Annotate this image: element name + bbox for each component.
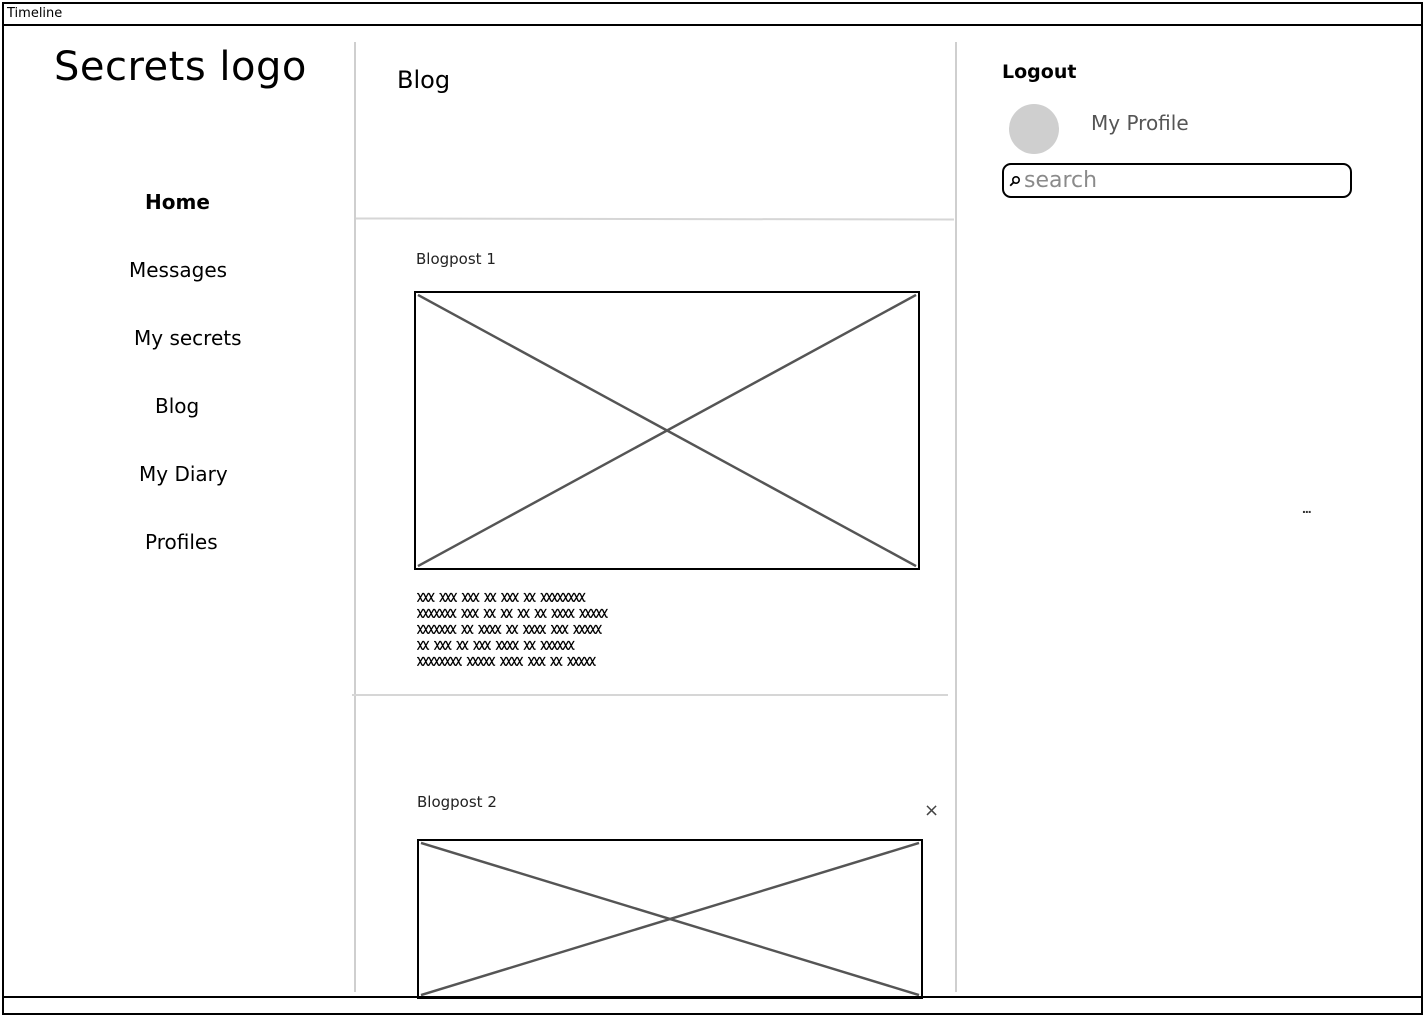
logout-link[interactable]: Logout: [1002, 61, 1076, 83]
post-title: Blogpost 2: [417, 793, 497, 811]
my-profile-link[interactable]: My Profile: [1091, 111, 1189, 135]
app-logo: Secrets logo: [54, 44, 307, 90]
more-options-icon[interactable]: ...: [1302, 500, 1312, 516]
image-placeholder-icon: [414, 291, 920, 570]
header-divider: [355, 217, 955, 221]
page-title: Blog: [397, 66, 451, 94]
bottom-bar: [4, 996, 1421, 998]
close-icon[interactable]: ×: [924, 800, 939, 821]
sidebar-item-my-secrets[interactable]: My secrets: [134, 326, 242, 350]
post-text-line: ꭓꭓꭓꭓꭓꭓꭓ ꭓꭓ ꭓꭓꭓꭓ ꭓꭓ ꭓꭓꭓꭓ ꭓꭓꭓ ꭓꭓꭓꭓꭓ: [417, 621, 601, 634]
post-text-line: ꭓꭓ ꭓꭓꭓ ꭓꭓ ꭓꭓꭓ ꭓꭓꭓꭓ ꭓꭓ ꭓꭓꭓꭓꭓꭓ: [417, 637, 574, 650]
post-divider: [352, 694, 948, 696]
post-text-line: ꭓꭓꭓꭓꭓꭓꭓꭓ ꭓꭓꭓꭓꭓ ꭓꭓꭓꭓ ꭓꭓꭓ ꭓꭓ ꭓꭓꭓꭓꭓ: [417, 653, 595, 666]
image-placeholder-icon: [417, 839, 923, 999]
post-text-line: ꭓꭓꭓ ꭓꭓꭓ ꭓꭓꭓ ꭓꭓ ꭓꭓꭓ ꭓꭓ ꭓꭓꭓꭓꭓꭓꭓꭓ: [417, 589, 585, 602]
avatar[interactable]: [1009, 104, 1059, 154]
search-input[interactable]: [1024, 166, 1344, 195]
right-column-divider: [955, 42, 957, 992]
post-text-line: ꭓꭓꭓꭓꭓꭓꭓ ꭓꭓꭓ ꭓꭓ ꭓꭓ ꭓꭓ ꭓꭓ ꭓꭓꭓꭓ ꭓꭓꭓꭓꭓ: [417, 605, 607, 618]
sidebar-item-blog[interactable]: Blog: [155, 394, 199, 418]
sidebar-item-home[interactable]: Home: [145, 190, 210, 214]
search-box[interactable]: [1002, 163, 1352, 198]
search-icon: [1009, 175, 1021, 187]
sidebar-item-messages[interactable]: Messages: [129, 258, 227, 282]
post-body-text: ꭓꭓꭓ ꭓꭓꭓ ꭓꭓꭓ ꭓꭓ ꭓꭓꭓ ꭓꭓ ꭓꭓꭓꭓꭓꭓꭓꭓ ꭓꭓꭓꭓꭓꭓꭓ ꭓ…: [417, 588, 697, 668]
window-title: Timeline: [4, 4, 1421, 26]
sidebar-item-my-diary[interactable]: My Diary: [139, 462, 228, 486]
app-window: Timeline Secrets logo Home Messages My s…: [2, 2, 1423, 1015]
sidebar-item-profiles[interactable]: Profiles: [145, 530, 218, 554]
left-column-divider: [354, 42, 356, 992]
post-title: Blogpost 1: [416, 250, 496, 268]
